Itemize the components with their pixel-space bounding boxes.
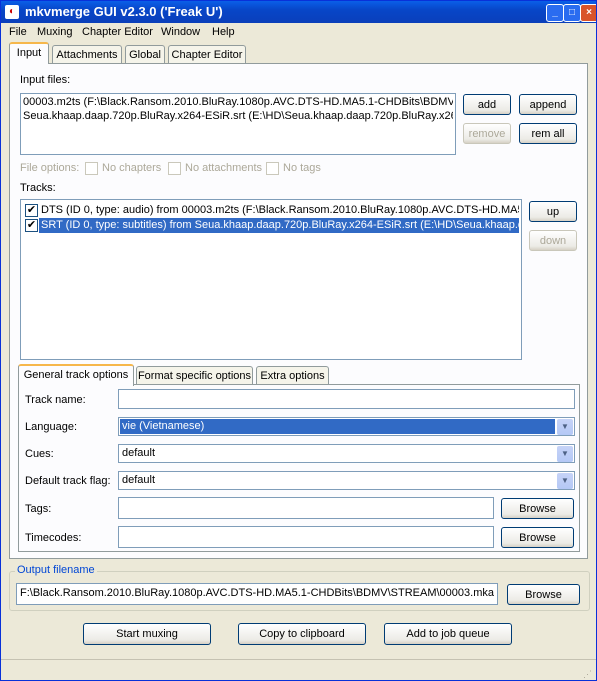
tab-input[interactable]: Input: [9, 42, 49, 64]
no-tags-label: No tags: [283, 162, 321, 174]
track-1-text: DTS (ID 0, type: audio) from 00003.m2ts …: [41, 204, 519, 216]
status-bar: ⋰: [1, 659, 596, 680]
track-1-checkbox[interactable]: ✔: [25, 204, 38, 217]
close-button[interactable]: ×: [580, 4, 596, 22]
language-value: vie (Vietnamese): [120, 419, 555, 434]
list-item-file-1[interactable]: 00003.m2ts (F:\Black.Ransom.2010.BluRay.…: [23, 95, 453, 110]
no-attachments-checkbox[interactable]: [168, 162, 181, 175]
menu-bar: File Muxing Chapter Editor Window Help: [1, 23, 596, 41]
general-track-panel: Track name: Language: vie (Vietnamese) ▼…: [18, 384, 580, 552]
mkv-app-icon: ◐: [5, 5, 19, 19]
tab-attachments[interactable]: Attachments: [52, 45, 122, 64]
minimize-button[interactable]: _: [546, 4, 564, 22]
menu-window[interactable]: Window: [161, 26, 200, 38]
main-window: ◐ mkvmerge GUI v2.3.0 ('Freak U') _ □ × …: [0, 0, 597, 681]
menu-chapter-editor[interactable]: Chapter Editor: [82, 26, 153, 38]
list-item-file-2[interactable]: Seua.khaap.daap.720p.BluRay.x264-ESiR.sr…: [23, 109, 453, 124]
input-files-label: Input files:: [20, 74, 71, 86]
window-title: mkvmerge GUI v2.3.0 ('Freak U'): [25, 4, 223, 19]
chevron-down-icon[interactable]: ▼: [557, 446, 573, 462]
output-filename-input[interactable]: F:\Black.Ransom.2010.BluRay.1080p.AVC.DT…: [16, 583, 498, 605]
add-to-job-queue-button[interactable]: Add to job queue: [384, 623, 512, 645]
add-button[interactable]: add: [463, 94, 511, 115]
cues-value: default: [122, 447, 156, 459]
tab-format-specific-options[interactable]: Format specific options: [136, 366, 253, 385]
menu-help[interactable]: Help: [212, 26, 235, 38]
up-button[interactable]: up: [529, 201, 577, 222]
output-filename-label: Output filename: [15, 564, 97, 576]
default-flag-label: Default track flag:: [25, 475, 111, 487]
remove-all-button[interactable]: rem all: [519, 123, 577, 144]
title-bar[interactable]: ◐ mkvmerge GUI v2.3.0 ('Freak U') _ □ ×: [1, 1, 596, 23]
append-button[interactable]: append: [519, 94, 577, 115]
track-name-label: Track name:: [25, 394, 86, 406]
input-files-list[interactable]: 00003.m2ts (F:\Black.Ransom.2010.BluRay.…: [20, 93, 456, 155]
cues-label: Cues:: [25, 448, 54, 460]
language-label: Language:: [25, 421, 77, 433]
output-browse-button[interactable]: Browse: [507, 584, 580, 605]
cues-select[interactable]: default ▼: [118, 444, 575, 463]
default-flag-value: default: [122, 474, 156, 486]
resize-grip-icon[interactable]: ⋰: [583, 669, 593, 679]
timecodes-browse-button[interactable]: Browse: [501, 527, 574, 548]
tab-chapter-editor[interactable]: Chapter Editor: [168, 45, 246, 64]
chevron-down-icon[interactable]: ▼: [557, 419, 573, 435]
tab-general-track-options[interactable]: General track options: [18, 364, 134, 386]
track-2-checkbox[interactable]: ✔: [25, 219, 38, 232]
timecodes-label: Timecodes:: [25, 532, 82, 544]
menu-muxing[interactable]: Muxing: [37, 26, 72, 38]
track-row-1[interactable]: ✔ DTS (ID 0, type: audio) from 00003.m2t…: [23, 203, 519, 218]
tags-browse-button[interactable]: Browse: [501, 498, 574, 519]
down-button[interactable]: down: [529, 230, 577, 251]
tags-input[interactable]: [118, 497, 494, 519]
tracks-label: Tracks:: [20, 182, 56, 194]
input-panel: Input files: 00003.m2ts (F:\Black.Ransom…: [9, 63, 588, 559]
track-name-input[interactable]: [118, 389, 575, 409]
menu-file[interactable]: File: [9, 26, 27, 38]
track-2-text: SRT (ID 0, type: subtitles) from Seua.kh…: [38, 218, 519, 233]
maximize-button[interactable]: □: [563, 4, 581, 22]
start-muxing-button[interactable]: Start muxing: [83, 623, 211, 645]
tab-global[interactable]: Global: [125, 45, 165, 64]
no-chapters-label: No chapters: [102, 162, 162, 174]
default-flag-select[interactable]: default ▼: [118, 471, 575, 490]
track-row-2[interactable]: ✔ SRT (ID 0, type: subtitles) from Seua.…: [23, 218, 519, 233]
timecodes-input[interactable]: [118, 526, 494, 548]
tab-extra-options[interactable]: Extra options: [256, 366, 329, 385]
no-tags-checkbox[interactable]: [266, 162, 279, 175]
language-select[interactable]: vie (Vietnamese) ▼: [118, 417, 575, 436]
chevron-down-icon[interactable]: ▼: [557, 473, 573, 489]
no-chapters-checkbox[interactable]: [85, 162, 98, 175]
tracks-list[interactable]: ✔ DTS (ID 0, type: audio) from 00003.m2t…: [20, 199, 522, 360]
copy-to-clipboard-button[interactable]: Copy to clipboard: [238, 623, 366, 645]
no-attachments-label: No attachments: [185, 162, 263, 174]
tags-label: Tags:: [25, 503, 52, 515]
remove-button[interactable]: remove: [463, 123, 511, 144]
file-options-label: File options:: [20, 162, 80, 174]
